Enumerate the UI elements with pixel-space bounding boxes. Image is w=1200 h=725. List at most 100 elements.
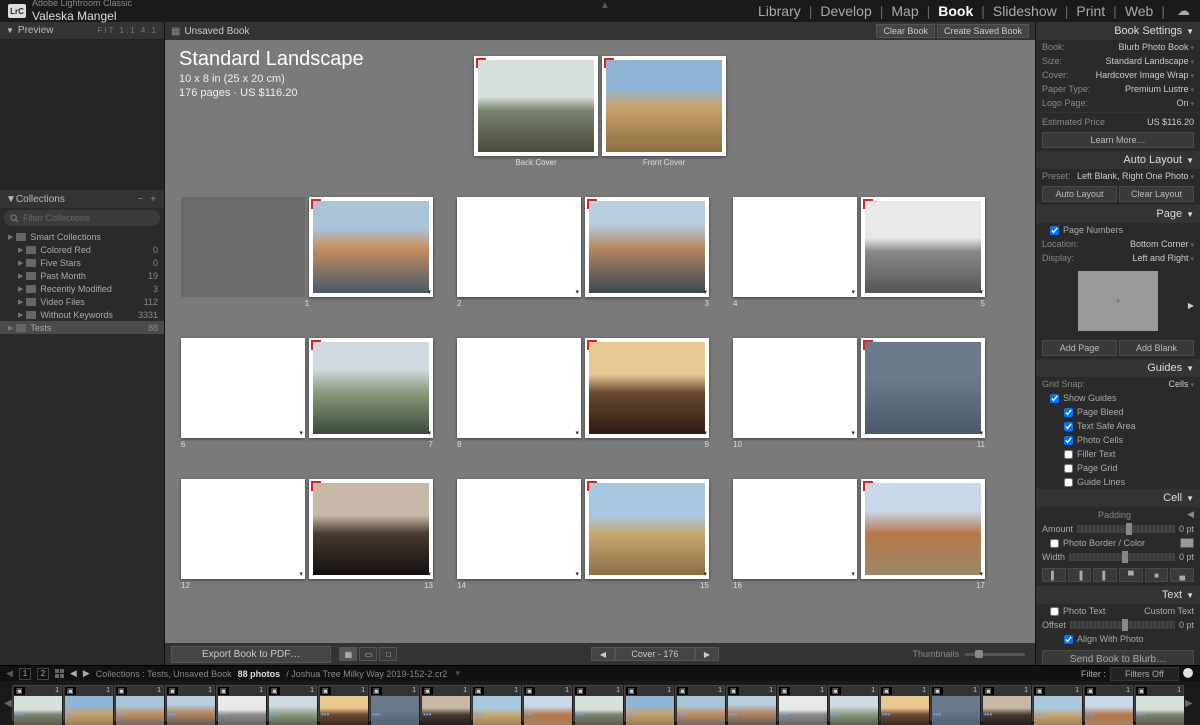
- filmstrip-thumbnail[interactable]: ▣1•••: [675, 685, 725, 721]
- create-saved-book-button[interactable]: Create Saved Book: [937, 24, 1029, 38]
- filmstrip-thumbnail[interactable]: ▣1•••: [879, 685, 929, 721]
- grid-view-icon[interactable]: [55, 669, 64, 678]
- back-icon[interactable]: ◀: [70, 668, 77, 679]
- page-menu-icon[interactable]: ▾: [427, 429, 431, 437]
- filmstrip-thumbnail[interactable]: ▣1•••: [165, 685, 215, 721]
- collection-item[interactable]: ▶Colored Red0: [0, 243, 164, 256]
- filmstrip-thumbnail[interactable]: ▣1•••: [1134, 685, 1184, 721]
- collection-item-selected[interactable]: ▶Tests88: [0, 321, 164, 334]
- text-header[interactable]: Text▼: [1036, 586, 1200, 604]
- module-book[interactable]: Book: [936, 3, 975, 19]
- filmstrip-thumbnail[interactable]: ▣1•••: [1032, 685, 1082, 721]
- photo-border-checkbox[interactable]: [1050, 539, 1059, 548]
- page-panel-header[interactable]: Page▼: [1036, 205, 1200, 223]
- preset-dropdown[interactable]: Left Blank, Right One Photo: [1077, 171, 1194, 181]
- page-menu-icon[interactable]: ▾: [703, 570, 707, 578]
- paper-dropdown[interactable]: Premium Lustre: [1125, 84, 1194, 94]
- cover-dropdown[interactable]: Hardcover Image Wrap: [1096, 70, 1194, 80]
- collection-item[interactable]: ▶Five Stars0: [0, 256, 164, 269]
- filmstrip[interactable]: ◀ document.write(Array.from({length:23},…: [0, 681, 1200, 725]
- page-menu-icon[interactable]: ▾: [427, 570, 431, 578]
- next-page-button[interactable]: ▶: [695, 647, 719, 661]
- book-page[interactable]: !▾: [309, 197, 433, 297]
- padding-slider[interactable]: [1077, 525, 1175, 533]
- filmstrip-thumbnail[interactable]: ▣1•••: [267, 685, 317, 721]
- color-swatch[interactable]: [1180, 538, 1194, 548]
- filter-dropdown[interactable]: Filters Off: [1110, 667, 1179, 681]
- filmstrip-thumbnail[interactable]: ▣1•••: [828, 685, 878, 721]
- align-right-button[interactable]: ▌: [1093, 568, 1117, 582]
- show-guides-checkbox[interactable]: [1050, 394, 1059, 403]
- collapse-top-icon[interactable]: ▲: [600, 0, 610, 11]
- book-page[interactable]: !▾: [585, 338, 709, 438]
- filmstrip-thumbnail[interactable]: ▣1•••: [369, 685, 419, 721]
- learn-more-button[interactable]: Learn More…: [1042, 132, 1194, 148]
- filmstrip-thumbnail[interactable]: ▣1•••: [471, 685, 521, 721]
- breadcrumb[interactable]: Collections : Tests, Unsaved Book: [96, 669, 232, 679]
- grid-snap-dropdown[interactable]: Cells: [1169, 379, 1194, 389]
- page-menu-icon[interactable]: ▾: [575, 288, 579, 296]
- filter-lock-icon[interactable]: ⚪: [1183, 668, 1194, 679]
- filmstrip-thumbnail[interactable]: ▣1•••: [318, 685, 368, 721]
- prev-page-button[interactable]: ◀: [591, 647, 615, 661]
- collections-controls[interactable]: − +: [138, 194, 158, 205]
- collections-panel-header[interactable]: ▼ Collections − +: [0, 190, 164, 208]
- collection-smart-root[interactable]: ▶ Smart Collections: [0, 230, 164, 243]
- guide-check[interactable]: [1064, 408, 1073, 417]
- book-page[interactable]: !▾: [585, 197, 709, 297]
- cell-header[interactable]: Cell▼: [1036, 489, 1200, 507]
- filmstrip-right-icon[interactable]: ▶: [1185, 698, 1192, 709]
- width-slider[interactable]: [1069, 553, 1175, 561]
- chevron-down-icon[interactable]: ▾: [455, 668, 460, 679]
- auto-layout-header[interactable]: Auto Layout▼: [1036, 151, 1200, 169]
- filmstrip-thumbnail[interactable]: ▣1•••: [726, 685, 776, 721]
- book-page[interactable]: !▾: [309, 479, 433, 579]
- book-page[interactable]: ▾: [457, 338, 581, 438]
- align-bottom-button[interactable]: ▄: [1170, 568, 1194, 582]
- view-spread-button[interactable]: ▭: [359, 647, 377, 661]
- page-menu-icon[interactable]: ▾: [703, 429, 707, 437]
- page-menu-icon[interactable]: ▾: [299, 429, 303, 437]
- add-page-button[interactable]: Add Page: [1042, 340, 1117, 356]
- display-dropdown[interactable]: Left and Right: [1132, 253, 1194, 263]
- collection-item[interactable]: ▶Recently Modified3: [0, 282, 164, 295]
- back-cover-page[interactable]: !: [474, 56, 598, 156]
- book-page[interactable]: ▾: [733, 338, 857, 438]
- page-menu-icon[interactable]: ▾: [703, 288, 707, 296]
- book-settings-header[interactable]: Book Settings▼: [1036, 22, 1200, 40]
- send-to-blurb-button[interactable]: Send Book to Blurb…: [1042, 650, 1194, 665]
- filmstrip-thumbnail[interactable]: ▣1•••: [12, 685, 62, 721]
- filmstrip-thumbnail[interactable]: ▣1•••: [420, 685, 470, 721]
- module-map[interactable]: Map: [889, 3, 920, 19]
- filmstrip-thumbnail[interactable]: ▣1•••: [930, 685, 980, 721]
- filmstrip-thumbnail[interactable]: ▣1•••: [522, 685, 572, 721]
- page-menu-icon[interactable]: ▾: [851, 288, 855, 296]
- align-left-button[interactable]: ▌: [1042, 568, 1066, 582]
- module-print[interactable]: Print: [1074, 3, 1107, 19]
- filmstrip-thumbnail[interactable]: ▣1•••: [114, 685, 164, 721]
- page-menu-icon[interactable]: ▾: [299, 570, 303, 578]
- module-develop[interactable]: Develop: [818, 3, 873, 19]
- book-page[interactable]: !▾: [585, 479, 709, 579]
- book-page[interactable]: ▾: [733, 197, 857, 297]
- preview-zoom-info[interactable]: FIT 1:1 4:1: [97, 26, 158, 35]
- filmstrip-left-icon[interactable]: ◀: [4, 698, 11, 709]
- guide-check[interactable]: [1064, 464, 1073, 473]
- clear-book-button[interactable]: Clear Book: [876, 24, 935, 38]
- guide-check[interactable]: [1064, 436, 1073, 445]
- thumbnail-size-slider[interactable]: [965, 653, 1025, 656]
- page-layout-preview[interactable]: [1078, 271, 1158, 331]
- collection-item[interactable]: ▶Past Month19: [0, 269, 164, 282]
- align-middle-button[interactable]: ■: [1145, 568, 1169, 582]
- page-menu-icon[interactable]: ▾: [979, 570, 983, 578]
- module-slideshow[interactable]: Slideshow: [991, 3, 1059, 19]
- guide-check[interactable]: [1064, 422, 1073, 431]
- book-page[interactable]: ▾: [181, 479, 305, 579]
- monitor-1-button[interactable]: 1: [19, 668, 31, 680]
- logo-dropdown[interactable]: On: [1177, 98, 1194, 108]
- cloud-sync-icon[interactable]: ☁: [1175, 3, 1192, 19]
- guides-header[interactable]: Guides▼: [1036, 359, 1200, 377]
- book-type-dropdown[interactable]: Blurb Photo Book: [1118, 42, 1194, 52]
- book-canvas[interactable]: Standard Landscape 10 x 8 in (25 x 20 cm…: [165, 40, 1035, 643]
- view-single-button[interactable]: □: [379, 647, 397, 661]
